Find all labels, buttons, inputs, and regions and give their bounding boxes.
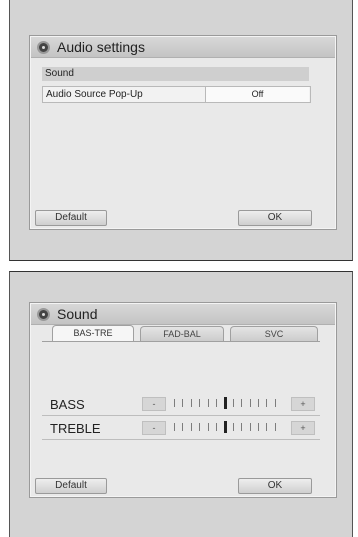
treble-slider[interactable] (174, 421, 284, 433)
slider-tick (190, 423, 192, 431)
slider-tick (216, 399, 217, 407)
slider-tick (207, 399, 209, 407)
slider-tick (216, 423, 217, 431)
ok-button[interactable]: OK (238, 478, 312, 494)
page-title: Audio settings (57, 39, 145, 55)
bass-row: BASS - + (42, 393, 320, 416)
slider-tick (199, 399, 201, 407)
slider-tick (274, 399, 276, 407)
slider-tick (207, 423, 209, 431)
slider-tick (266, 399, 268, 407)
sound-titlebar: Sound (31, 304, 335, 325)
treble-row: TREBLE - + (42, 417, 320, 440)
settings-knob-icon (37, 40, 50, 54)
slider-tick (199, 423, 201, 431)
slider-tick (258, 399, 259, 407)
ok-button[interactable]: OK (238, 210, 312, 226)
slider-tick (232, 423, 234, 431)
slider-level-marker (224, 397, 228, 409)
default-button[interactable]: Default (35, 478, 107, 494)
tab-fad-bal[interactable]: FAD-BAL (140, 326, 224, 341)
audio-settings-titlebar: Audio settings (31, 37, 335, 58)
slider-tick (249, 399, 251, 407)
slider-tick (274, 423, 276, 431)
bass-decrease-button[interactable]: - (142, 397, 166, 411)
bass-slider[interactable] (174, 397, 284, 409)
audio-settings-screen: Audio settings Sound Audio Source Pop-Up… (29, 35, 337, 230)
settings-knob-icon (37, 307, 50, 321)
slider-tick (174, 423, 175, 431)
slider-tick (241, 399, 243, 407)
sound-panel: Sound BAS-TRE FAD-BAL SVC BASS - + TREBL… (9, 271, 353, 537)
slider-tick (190, 399, 192, 407)
audio-settings-panel: Audio settings Sound Audio Source Pop-Up… (9, 0, 353, 261)
slider-tick (266, 423, 268, 431)
slider-tick (232, 399, 234, 407)
list-item-value[interactable]: Off (205, 87, 309, 102)
default-button[interactable]: Default (35, 210, 107, 226)
slider-tick (258, 423, 259, 431)
treble-decrease-button[interactable]: - (142, 421, 166, 435)
bass-label: BASS (50, 397, 85, 412)
slider-tick (182, 423, 184, 431)
treble-label: TREBLE (50, 421, 101, 436)
sound-screen: Sound BAS-TRE FAD-BAL SVC BASS - + TREBL… (29, 302, 337, 498)
tab-svc[interactable]: SVC (230, 326, 318, 341)
slider-tick (249, 423, 251, 431)
slider-tick (241, 423, 243, 431)
tab-divider (42, 341, 320, 342)
slider-tick (182, 399, 184, 407)
list-item-audio-source-popup[interactable]: Audio Source Pop-Up Off (42, 86, 311, 103)
slider-tick (174, 399, 175, 407)
treble-increase-button[interactable]: + (291, 421, 315, 435)
tab-bas-tre[interactable]: BAS-TRE (52, 325, 134, 342)
list-item-label: Audio Source Pop-Up (46, 89, 143, 100)
section-header-sound[interactable]: Sound (42, 67, 309, 81)
tab-bar: BAS-TRE FAD-BAL SVC (44, 325, 320, 342)
bass-increase-button[interactable]: + (291, 397, 315, 411)
page-title: Sound (57, 306, 98, 322)
slider-level-marker (224, 421, 228, 433)
